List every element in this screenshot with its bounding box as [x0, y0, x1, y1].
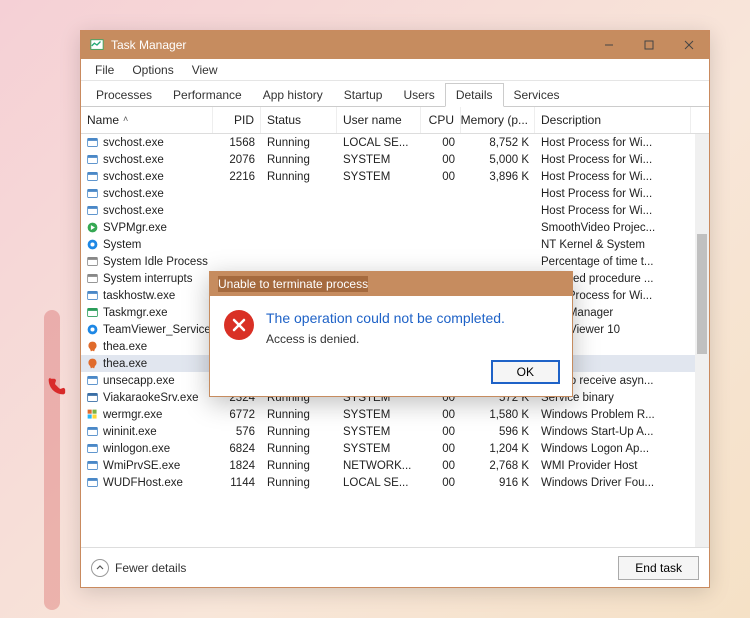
process-name: svchost.exe	[103, 188, 164, 200]
task-manager-window: Task Manager File Options View Processes…	[80, 30, 710, 588]
tab-processes[interactable]: Processes	[85, 83, 163, 106]
fewer-details-label: Fewer details	[115, 561, 186, 575]
dialog-message: The operation could not be completed.	[266, 310, 505, 326]
titlebar[interactable]: Task Manager	[81, 31, 709, 59]
table-row[interactable]: wininit.exe576RunningSYSTEM00596 KWindow…	[81, 423, 709, 440]
process-name: System	[103, 239, 141, 251]
table-row[interactable]: svchost.exeHost Process for Wi...	[81, 202, 709, 219]
content-area: Name˄PIDStatusUser nameCPUMemory (p...De…	[81, 107, 709, 547]
col-status[interactable]: Status	[261, 107, 337, 133]
col-name[interactable]: Name˄	[81, 107, 213, 133]
process-name: thea.exe	[103, 358, 147, 370]
table-row[interactable]: SVPMgr.exeSmoothVideo Projec...	[81, 219, 709, 236]
col-description[interactable]: Description	[535, 107, 691, 133]
table-row[interactable]: wermgr.exe6772RunningSYSTEM001,580 KWind…	[81, 406, 709, 423]
process-name: TeamViewer_Service...	[103, 324, 213, 336]
tab-services[interactable]: Services	[503, 83, 571, 106]
process-name: WmiPrvSE.exe	[103, 460, 180, 472]
table-row[interactable]: SystemNT Kernel & System	[81, 236, 709, 253]
process-name: ViakaraokeSrv.exe	[103, 392, 198, 404]
process-icon	[85, 238, 99, 252]
scrollbar[interactable]	[695, 134, 709, 547]
error-dialog: Unable to terminate process The operatio…	[209, 271, 573, 397]
tabstrip: ProcessesPerformanceApp historyStartupUs…	[81, 81, 709, 107]
process-icon	[85, 204, 99, 218]
process-name: taskhostw.exe	[103, 290, 175, 302]
dialog-title: Unable to terminate process	[218, 276, 368, 292]
process-name: winlogon.exe	[103, 443, 170, 455]
process-name: svchost.exe	[103, 154, 164, 166]
tab-app-history[interactable]: App history	[252, 83, 334, 106]
window-title: Task Manager	[111, 38, 186, 52]
process-icon	[85, 306, 99, 320]
menu-file[interactable]: File	[87, 61, 122, 79]
process-name: thea.exe	[103, 341, 147, 353]
process-icon	[85, 391, 99, 405]
table-row[interactable]: svchost.exe2076RunningSYSTEM005,000 KHos…	[81, 151, 709, 168]
process-icon	[85, 357, 99, 371]
error-icon	[224, 310, 254, 340]
process-icon	[85, 272, 99, 286]
process-icon	[85, 153, 99, 167]
process-icon	[85, 255, 99, 269]
process-name: wermgr.exe	[103, 409, 162, 421]
chevron-up-icon	[91, 559, 109, 577]
bottom-bar: Fewer details End task	[81, 547, 709, 587]
sort-asc-icon: ˄	[123, 114, 128, 124]
close-button[interactable]	[669, 31, 709, 59]
menu-view[interactable]: View	[184, 61, 226, 79]
column-headers: Name˄PIDStatusUser nameCPUMemory (p...De…	[81, 107, 709, 134]
bg-phone-icon	[45, 376, 67, 398]
table-row[interactable]: WUDFHost.exe1144RunningLOCAL SE...00916 …	[81, 474, 709, 491]
col-user-name[interactable]: User name	[337, 107, 421, 133]
process-name: SVPMgr.exe	[103, 222, 167, 234]
col-memory-p-[interactable]: Memory (p...	[461, 107, 535, 133]
process-name: svchost.exe	[103, 205, 164, 217]
scroll-thumb[interactable]	[697, 234, 707, 354]
col-pid[interactable]: PID	[213, 107, 261, 133]
dialog-titlebar[interactable]: Unable to terminate process	[210, 272, 572, 296]
process-icon	[85, 459, 99, 473]
end-task-button[interactable]: End task	[618, 556, 699, 580]
process-name: svchost.exe	[103, 137, 164, 149]
process-icon	[85, 221, 99, 235]
table-row[interactable]: winlogon.exe6824RunningSYSTEM001,204 KWi…	[81, 440, 709, 457]
process-name: WUDFHost.exe	[103, 477, 183, 489]
process-icon	[85, 136, 99, 150]
process-name: svchost.exe	[103, 171, 164, 183]
dialog-subtext: Access is denied.	[266, 332, 505, 346]
process-icon	[85, 340, 99, 354]
process-icon	[85, 187, 99, 201]
table-row[interactable]: svchost.exe1568RunningLOCAL SE...008,752…	[81, 134, 709, 151]
tab-startup[interactable]: Startup	[333, 83, 394, 106]
menu-options[interactable]: Options	[124, 61, 181, 79]
process-icon	[85, 289, 99, 303]
menubar: File Options View	[81, 59, 709, 81]
tab-details[interactable]: Details	[445, 83, 504, 107]
process-icon	[85, 374, 99, 388]
table-row[interactable]: svchost.exeHost Process for Wi...	[81, 185, 709, 202]
minimize-button[interactable]	[589, 31, 629, 59]
process-icon	[85, 442, 99, 456]
process-name: wininit.exe	[103, 426, 157, 438]
col-cpu[interactable]: CPU	[421, 107, 461, 133]
tab-performance[interactable]: Performance	[162, 83, 253, 106]
process-icon	[85, 170, 99, 184]
ok-button[interactable]: OK	[491, 360, 560, 384]
table-row[interactable]: System Idle ProcessPercentage of time t.…	[81, 253, 709, 270]
process-name: unsecapp.exe	[103, 375, 175, 387]
maximize-button[interactable]	[629, 31, 669, 59]
table-row[interactable]: WmiPrvSE.exe1824RunningNETWORK...002,768…	[81, 457, 709, 474]
tab-users[interactable]: Users	[392, 83, 445, 106]
process-name: System interrupts	[103, 273, 192, 285]
process-icon	[85, 408, 99, 422]
process-name: System Idle Process	[103, 256, 208, 268]
table-row[interactable]: svchost.exe2216RunningSYSTEM003,896 KHos…	[81, 168, 709, 185]
fewer-details-button[interactable]: Fewer details	[91, 559, 186, 577]
process-name: Taskmgr.exe	[103, 307, 168, 319]
process-icon	[85, 476, 99, 490]
process-icon	[85, 323, 99, 337]
app-icon	[89, 37, 105, 53]
process-icon	[85, 425, 99, 439]
